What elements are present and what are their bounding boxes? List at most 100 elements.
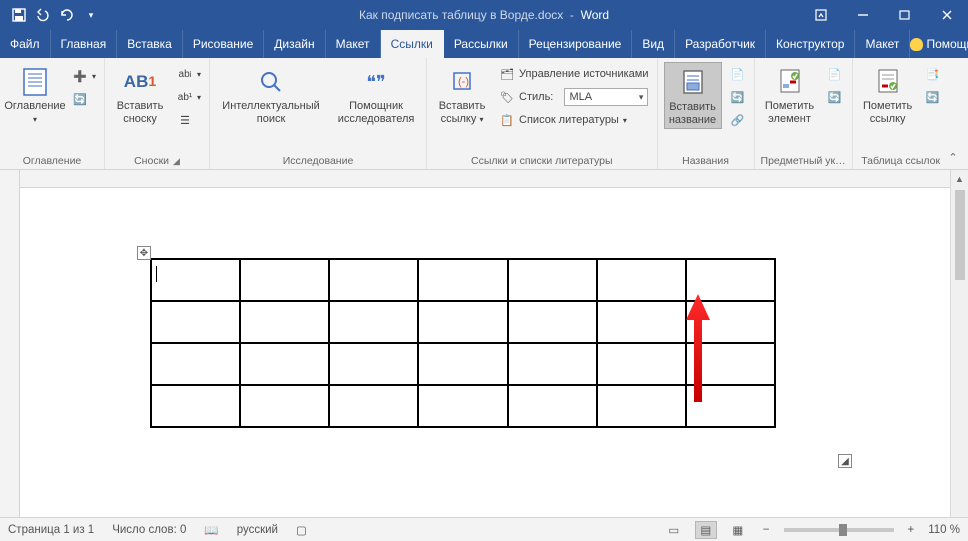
show-notes-button[interactable]: ☰ xyxy=(175,110,203,130)
horizontal-ruler xyxy=(20,170,950,188)
vertical-scrollbar[interactable]: ▲ xyxy=(950,170,968,517)
undo-icon[interactable] xyxy=(32,4,54,26)
minimize-icon[interactable] xyxy=(842,0,884,30)
tab-review[interactable]: Рецензирование xyxy=(519,30,633,58)
show-notes-icon: ☰ xyxy=(177,112,193,128)
group-index: Пометить элемент 📄 🔄 Предметный ук… xyxy=(755,58,853,169)
ribbon-tabs: Файл Главная Вставка Рисование Дизайн Ма… xyxy=(0,30,968,58)
tab-developer[interactable]: Разработчик xyxy=(675,30,766,58)
spell-check-icon[interactable]: 📖 xyxy=(204,523,218,537)
zoom-in-button[interactable]: + xyxy=(904,524,919,536)
researcher-icon: ❝❞ xyxy=(366,64,385,100)
tab-design[interactable]: Дизайн xyxy=(264,30,325,58)
table-resize-handle[interactable]: ◢ xyxy=(838,454,852,468)
group-toc: Оглавление▾ ➕▾ 🔄 Оглавление xyxy=(0,58,105,169)
group-captions: Вставить название 📄 🔄 🔗 Названия xyxy=(658,58,755,169)
group-authorities: Пометить ссылку 📑 🔄 Таблица ссылок xyxy=(853,58,949,169)
scrollbar-thumb[interactable] xyxy=(955,190,965,280)
zoom-out-button[interactable]: − xyxy=(759,524,774,536)
insert-citation-icon: (-) xyxy=(449,64,475,100)
smart-lookup-button[interactable]: Интеллектуальный поиск xyxy=(216,62,326,127)
insert-index-button[interactable]: 📄 xyxy=(825,64,845,84)
mark-citation-button[interactable]: Пометить ссылку xyxy=(859,62,917,127)
bibliography-icon: 📋 xyxy=(499,112,515,128)
style-combo[interactable]: MLA xyxy=(564,88,648,106)
zoom-level[interactable]: 110 % xyxy=(928,524,960,536)
page-indicator[interactable]: Страница 1 из 1 xyxy=(8,524,94,536)
macro-recording-icon[interactable]: ▢ xyxy=(296,523,307,537)
researcher-button[interactable]: ❝❞ Помощник исследователя xyxy=(332,62,420,127)
insert-table-figures-button[interactable]: 📄 xyxy=(728,64,748,84)
ribbon-display-options-icon[interactable] xyxy=(800,0,842,30)
mark-citation-icon xyxy=(875,64,901,100)
toc-button[interactable]: Оглавление▾ xyxy=(6,62,64,127)
toc-icon xyxy=(20,64,50,100)
page[interactable]: ✥ ◢ xyxy=(20,188,950,468)
print-layout-button[interactable]: ▤ xyxy=(695,521,717,539)
tab-insert[interactable]: Вставка xyxy=(117,30,183,58)
collapse-ribbon-icon[interactable]: ⌃ xyxy=(944,148,962,166)
word-count[interactable]: Число слов: 0 xyxy=(112,524,186,536)
qat-customize-icon[interactable]: ▾ xyxy=(80,4,102,26)
insert-endnote-button[interactable]: abi▾ xyxy=(175,64,203,84)
maximize-icon[interactable] xyxy=(884,0,926,30)
group-label: Таблица ссылок xyxy=(861,155,940,167)
manage-sources-button[interactable]: 🗂Управление источниками xyxy=(497,64,650,84)
next-footnote-icon: ab¹ xyxy=(177,89,193,105)
tab-home[interactable]: Главная xyxy=(51,30,118,58)
table-move-handle[interactable]: ✥ xyxy=(137,246,151,260)
insert-toa-button[interactable]: 📑 xyxy=(923,64,943,84)
tab-file[interactable]: Файл xyxy=(0,30,51,58)
update-toc-button[interactable]: 🔄 xyxy=(70,89,98,109)
group-research: Интеллектуальный поиск ❝❞ Помощник иссле… xyxy=(210,58,427,169)
window-controls xyxy=(800,0,968,30)
group-citations: (-) Вставить ссылку ▾ 🗂Управление источн… xyxy=(427,58,657,169)
update-index-button[interactable]: 🔄 xyxy=(825,87,845,107)
next-footnote-button[interactable]: ab¹▾ xyxy=(175,87,203,107)
tab-draw[interactable]: Рисование xyxy=(183,30,264,58)
tab-view[interactable]: Вид xyxy=(632,30,675,58)
update-table-icon: 🔄 xyxy=(730,89,746,105)
add-text-icon: ➕ xyxy=(72,68,88,84)
tab-table-layout[interactable]: Макет xyxy=(855,30,910,58)
document-table[interactable] xyxy=(150,258,776,428)
web-layout-button[interactable]: ▦ xyxy=(727,521,749,539)
style-selector[interactable]: 🏷Стиль: MLA xyxy=(497,87,650,107)
tell-me[interactable]: Помощн xyxy=(910,37,968,51)
insert-footnote-button[interactable]: AB1 Вставить сноску xyxy=(111,62,169,127)
close-icon[interactable] xyxy=(926,0,968,30)
save-icon[interactable] xyxy=(8,4,30,26)
bibliography-button[interactable]: 📋Список литературы ▾ xyxy=(497,110,650,130)
tab-layout[interactable]: Макет xyxy=(326,30,381,58)
table-row xyxy=(151,259,775,301)
group-label: Оглавление xyxy=(23,155,82,167)
tab-references[interactable]: Ссылки xyxy=(381,30,444,58)
zoom-slider[interactable] xyxy=(784,528,894,532)
style-icon: 🏷 xyxy=(499,89,515,105)
language-indicator[interactable]: русский xyxy=(237,524,278,536)
add-text-button[interactable]: ➕▾ xyxy=(70,66,98,86)
group-label: Сноски xyxy=(134,155,169,167)
cross-reference-button[interactable]: 🔗 xyxy=(728,110,748,130)
document-area: ✥ ◢ ▲ xyxy=(0,170,968,517)
vertical-ruler xyxy=(0,170,20,517)
ribbon: Оглавление▾ ➕▾ 🔄 Оглавление AB1 Вставить… xyxy=(0,58,968,170)
redo-icon[interactable] xyxy=(56,4,78,26)
document-scroll[interactable]: ✥ ◢ xyxy=(20,188,950,517)
update-table-button[interactable]: 🔄 xyxy=(728,87,748,107)
update-index-icon: 🔄 xyxy=(827,89,843,105)
update-toa-button[interactable]: 🔄 xyxy=(923,87,943,107)
update-icon: 🔄 xyxy=(72,91,88,107)
mark-entry-button[interactable]: Пометить элемент xyxy=(761,62,819,127)
dialog-launcher-icon[interactable]: ◢ xyxy=(173,156,180,167)
group-label: Ссылки и списки литературы xyxy=(471,155,613,167)
svg-text:(-): (-) xyxy=(458,76,469,88)
scroll-up-icon[interactable]: ▲ xyxy=(955,174,964,184)
insert-caption-button[interactable]: Вставить название xyxy=(664,62,722,129)
read-mode-button[interactable]: ▭ xyxy=(663,521,685,539)
text-cursor xyxy=(156,266,157,282)
tab-table-design[interactable]: Конструктор xyxy=(766,30,855,58)
group-label: Названия xyxy=(682,155,729,167)
insert-citation-button[interactable]: (-) Вставить ссылку ▾ xyxy=(433,62,491,127)
tab-mailings[interactable]: Рассылки xyxy=(444,30,519,58)
